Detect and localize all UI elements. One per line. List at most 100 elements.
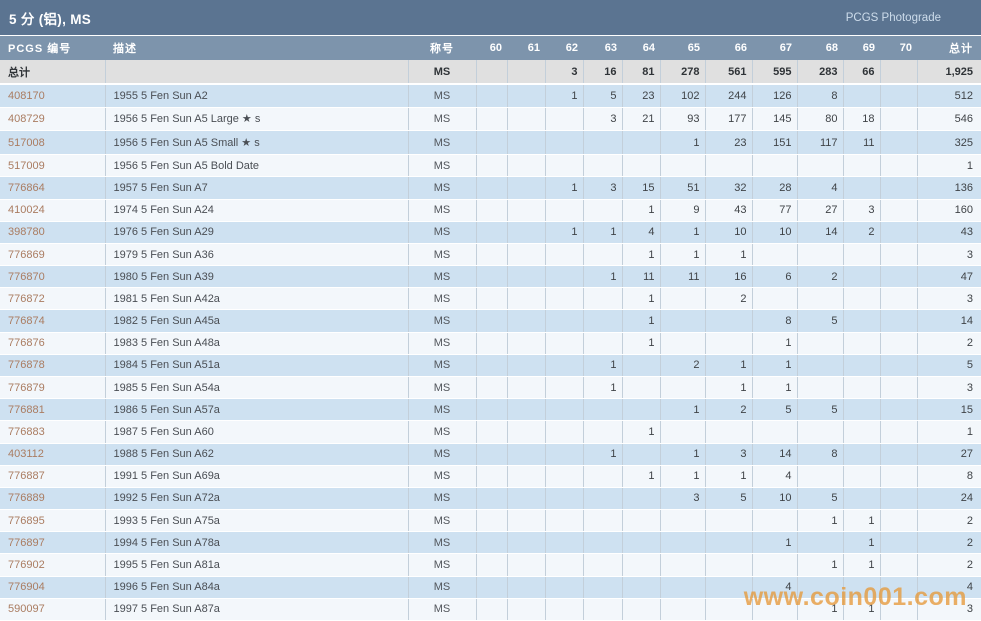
grade-cell-69 bbox=[843, 84, 880, 107]
grade-cell-69 bbox=[843, 266, 880, 288]
totals-grade-61 bbox=[507, 60, 545, 84]
grade-cell-61 bbox=[507, 399, 545, 421]
pcgs-number-link[interactable]: 776879 bbox=[0, 376, 105, 398]
grade-cell-67: 126 bbox=[752, 84, 797, 107]
grade-cell-65: 102 bbox=[660, 84, 705, 107]
designation-cell: MS bbox=[408, 598, 476, 620]
grade-cell-60 bbox=[476, 598, 507, 620]
pcgs-number-link[interactable]: 398780 bbox=[0, 221, 105, 243]
pcgs-number-link[interactable]: 408170 bbox=[0, 84, 105, 107]
grade-cell-64 bbox=[622, 399, 660, 421]
grade-cell-62 bbox=[545, 131, 583, 155]
pcgs-number-link[interactable]: 590097 bbox=[0, 598, 105, 620]
grade-cell-69: 1 bbox=[843, 510, 880, 532]
designation-cell: MS bbox=[408, 332, 476, 354]
table-row: 7768721981 5 Fen Sun A42aMS123 bbox=[0, 288, 981, 310]
pcgs-number-link[interactable]: 776876 bbox=[0, 332, 105, 354]
grade-cell-67: 1 bbox=[752, 376, 797, 398]
page-title: 5 分 (铝), MS bbox=[9, 8, 91, 28]
pcgs-number-link[interactable]: 776878 bbox=[0, 354, 105, 376]
grade-cell-63: 1 bbox=[583, 443, 622, 465]
total-cell: 546 bbox=[917, 107, 981, 131]
grade-cell-60 bbox=[476, 288, 507, 310]
grade-cell-68: 27 bbox=[797, 199, 843, 221]
pcgs-number-link[interactable]: 776881 bbox=[0, 399, 105, 421]
designation-cell: MS bbox=[408, 288, 476, 310]
designation-cell: MS bbox=[408, 177, 476, 199]
grade-cell-68 bbox=[797, 376, 843, 398]
grade-cell-62 bbox=[545, 155, 583, 177]
table-row: 3987801976 5 Fen Sun A29MS1141101014243 bbox=[0, 221, 981, 243]
pcgs-number-link[interactable]: 776864 bbox=[0, 177, 105, 199]
description-cell: 1956 5 Fen Sun A5 Small ★ s bbox=[105, 131, 408, 155]
photograde-link[interactable]: PCGS Photograde bbox=[846, 12, 941, 24]
column-header-total: 总计 bbox=[917, 36, 981, 60]
total-cell: 512 bbox=[917, 84, 981, 107]
pcgs-number-link[interactable]: 776904 bbox=[0, 576, 105, 598]
pcgs-number-link[interactable]: 403112 bbox=[0, 443, 105, 465]
designation-cell: MS bbox=[408, 376, 476, 398]
grade-cell-62 bbox=[545, 598, 583, 620]
grade-cell-64 bbox=[622, 354, 660, 376]
grade-cell-65: 1 bbox=[660, 221, 705, 243]
pcgs-number-link[interactable]: 408729 bbox=[0, 107, 105, 131]
grade-cell-66 bbox=[705, 332, 752, 354]
grade-cell-69 bbox=[843, 487, 880, 509]
pcgs-number-link[interactable]: 517009 bbox=[0, 155, 105, 177]
pcgs-number-link[interactable]: 776895 bbox=[0, 510, 105, 532]
pcgs-number-link[interactable]: 776902 bbox=[0, 554, 105, 576]
grade-cell-68: 80 bbox=[797, 107, 843, 131]
column-header-desc: 描述 bbox=[105, 36, 408, 60]
table-row: 5170091956 5 Fen Sun A5 Bold DateMS1 bbox=[0, 155, 981, 177]
designation-cell: MS bbox=[408, 354, 476, 376]
grade-cell-70 bbox=[880, 487, 917, 509]
grade-cell-70 bbox=[880, 221, 917, 243]
grade-cell-66: 2 bbox=[705, 399, 752, 421]
description-cell: 1988 5 Fen Sun A62 bbox=[105, 443, 408, 465]
grade-cell-60 bbox=[476, 243, 507, 265]
grade-cell-70 bbox=[880, 177, 917, 199]
grade-cell-67: 1 bbox=[752, 354, 797, 376]
grade-cell-64 bbox=[622, 443, 660, 465]
grade-cell-61 bbox=[507, 598, 545, 620]
grade-cell-66 bbox=[705, 510, 752, 532]
grade-cell-69 bbox=[843, 443, 880, 465]
total-cell: 14 bbox=[917, 310, 981, 332]
grade-cell-64: 1 bbox=[622, 243, 660, 265]
grade-cell-65: 11 bbox=[660, 266, 705, 288]
grade-cell-63 bbox=[583, 332, 622, 354]
description-cell: 1974 5 Fen Sun A24 bbox=[105, 199, 408, 221]
grade-cell-62 bbox=[545, 288, 583, 310]
grade-cell-62 bbox=[545, 421, 583, 443]
grade-cell-61 bbox=[507, 354, 545, 376]
pcgs-number-link[interactable]: 776870 bbox=[0, 266, 105, 288]
pcgs-number-link[interactable]: 410024 bbox=[0, 199, 105, 221]
pcgs-number-link[interactable]: 776897 bbox=[0, 532, 105, 554]
grade-cell-63: 3 bbox=[583, 107, 622, 131]
grade-cell-61 bbox=[507, 532, 545, 554]
pcgs-number-link[interactable]: 517008 bbox=[0, 131, 105, 155]
grade-cell-68: 8 bbox=[797, 443, 843, 465]
pcgs-number-link[interactable]: 776874 bbox=[0, 310, 105, 332]
total-cell: 2 bbox=[917, 554, 981, 576]
grade-cell-64 bbox=[622, 155, 660, 177]
grade-cell-65 bbox=[660, 598, 705, 620]
pcgs-number-link[interactable]: 776883 bbox=[0, 421, 105, 443]
totals-grade-60 bbox=[476, 60, 507, 84]
pcgs-number-link[interactable]: 776872 bbox=[0, 288, 105, 310]
pcgs-number-link[interactable]: 776889 bbox=[0, 487, 105, 509]
grade-cell-68: 1 bbox=[797, 598, 843, 620]
grade-cell-66 bbox=[705, 576, 752, 598]
grade-cell-61 bbox=[507, 510, 545, 532]
grade-cell-62 bbox=[545, 532, 583, 554]
grade-cell-66: 1 bbox=[705, 376, 752, 398]
description-cell: 1984 5 Fen Sun A51a bbox=[105, 354, 408, 376]
grade-cell-65 bbox=[660, 532, 705, 554]
grade-cell-69: 1 bbox=[843, 532, 880, 554]
pcgs-number-link[interactable]: 776869 bbox=[0, 243, 105, 265]
totals-grade-69: 66 bbox=[843, 60, 880, 84]
pcgs-number-link[interactable]: 776887 bbox=[0, 465, 105, 487]
grade-cell-62 bbox=[545, 243, 583, 265]
grade-cell-69 bbox=[843, 155, 880, 177]
grade-cell-70 bbox=[880, 576, 917, 598]
